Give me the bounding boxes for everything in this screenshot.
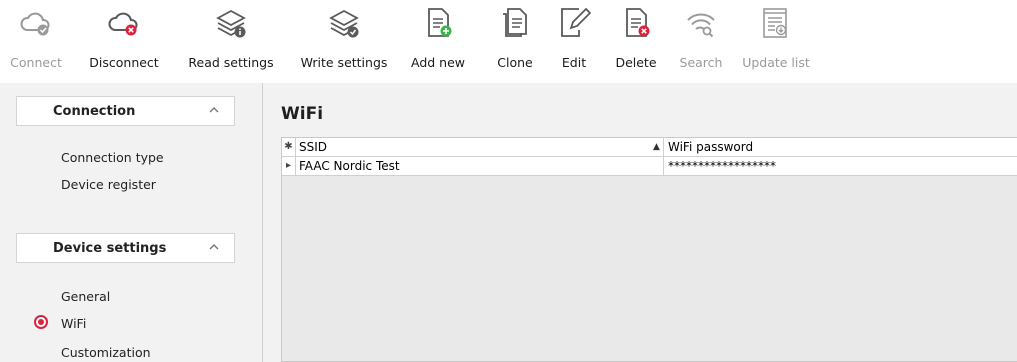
device-settings-section-header[interactable]: Device settings bbox=[16, 233, 235, 263]
nav-item-general[interactable]: General bbox=[61, 289, 110, 304]
selected-radio-icon bbox=[34, 315, 48, 329]
cell-ssid[interactable]: FAAC Nordic Test bbox=[296, 157, 664, 175]
cloud-connect-icon bbox=[20, 12, 50, 36]
connect-button[interactable]: Connect bbox=[0, 6, 72, 78]
document-delete-icon bbox=[626, 8, 650, 37]
write-settings-button[interactable]: Write settings bbox=[295, 6, 393, 78]
document-add-icon bbox=[428, 8, 452, 37]
sort-ascending-icon: ▲ bbox=[653, 142, 660, 152]
layers-read-icon bbox=[216, 9, 246, 38]
wifi-grid[interactable]: ✱ SSID ▲ WiFi password ▸ FAAC Nordic Tes… bbox=[281, 137, 1017, 362]
cell-wifi-password[interactable]: ****************** bbox=[665, 157, 1017, 175]
new-row-marker-icon: ✱ bbox=[282, 138, 296, 156]
column-header-ssid-label: SSID bbox=[299, 140, 328, 154]
nav-item-connection-type[interactable]: Connection type bbox=[61, 150, 164, 165]
layers-write-icon bbox=[329, 9, 359, 38]
table-row[interactable]: ▸ FAAC Nordic Test ****************** bbox=[282, 157, 1017, 176]
toolbar: Connect Disconnect Read settings Write s… bbox=[0, 0, 1017, 83]
section-title: Connection bbox=[53, 104, 136, 119]
nav-item-customization[interactable]: Customization bbox=[61, 345, 151, 360]
cloud-disconnect-icon bbox=[108, 12, 138, 36]
sidebar: Connection Connection type Device regist… bbox=[0, 83, 263, 362]
list-update-icon bbox=[763, 8, 787, 38]
wifi-search-icon bbox=[687, 13, 715, 38]
nav-item-device-register[interactable]: Device register bbox=[61, 177, 156, 192]
clone-button[interactable]: Clone bbox=[489, 6, 541, 78]
connection-section-header[interactable]: Connection bbox=[16, 96, 235, 126]
grid-header-row: ✱ SSID ▲ WiFi password bbox=[282, 138, 1017, 157]
document-clone-icon bbox=[503, 8, 527, 37]
add-new-button[interactable]: Add new bbox=[406, 6, 470, 78]
document-edit-icon bbox=[561, 7, 591, 37]
disconnect-button[interactable]: Disconnect bbox=[84, 6, 164, 78]
chevron-up-icon[interactable] bbox=[208, 242, 220, 252]
current-row-marker-icon: ▸ bbox=[282, 157, 296, 175]
chevron-up-icon[interactable] bbox=[208, 105, 220, 115]
column-header-wifi-password[interactable]: WiFi password bbox=[665, 138, 1017, 156]
edit-button[interactable]: Edit bbox=[554, 6, 594, 78]
nav-item-wifi[interactable]: WiFi bbox=[61, 316, 86, 331]
search-button[interactable]: Search bbox=[672, 6, 730, 78]
delete-button[interactable]: Delete bbox=[610, 6, 662, 78]
main-panel: WiFi ✱ SSID ▲ WiFi password ▸ FAAC Nordi… bbox=[263, 83, 1017, 362]
read-settings-button[interactable]: Read settings bbox=[185, 6, 277, 78]
section-title: Device settings bbox=[53, 241, 167, 256]
page-title: WiFi bbox=[281, 104, 324, 124]
column-header-ssid[interactable]: SSID ▲ bbox=[296, 138, 664, 156]
update-list-button[interactable]: Update list bbox=[740, 6, 812, 78]
